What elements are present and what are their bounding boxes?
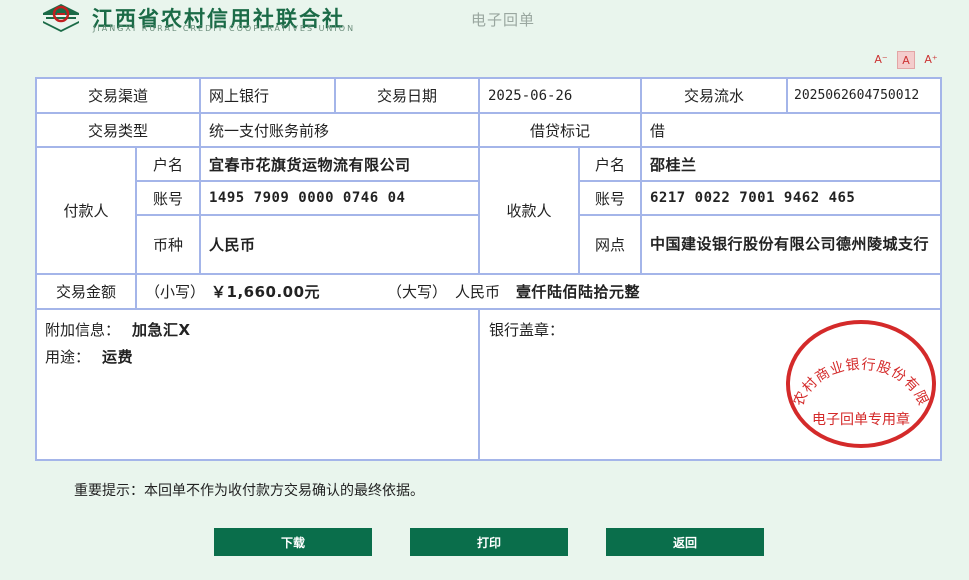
serial-label: 交易流水	[642, 79, 788, 114]
amount-big-value: 壹仟陆佰陆拾元整	[516, 283, 641, 301]
stamp-top-text: 宜春农村商业银行股份有限公司	[782, 316, 930, 409]
payer-label: 付款人	[37, 148, 137, 275]
type-value: 统一支付账务前移	[201, 114, 480, 148]
font-size-controls: A⁻ A A⁺	[872, 51, 942, 71]
branch-label: 网点	[580, 216, 642, 275]
page-title: 电子回单	[471, 11, 536, 29]
font-increase-button[interactable]: A⁺	[922, 51, 940, 69]
purpose-value: 运费	[102, 348, 134, 366]
currency-value: 人民币	[201, 216, 480, 275]
channel-label: 交易渠道	[37, 79, 201, 114]
payee-name: 邵桂兰	[642, 148, 940, 182]
receipt-table: 交易渠道 网上银行 交易日期 2025-06-26 交易流水 202506260…	[35, 77, 942, 461]
branch-value: 中国建设银行股份有限公司德州陵城支行	[642, 216, 940, 275]
payee-label: 收款人	[480, 148, 580, 275]
stamp-bottom-text: 电子回单专用章	[812, 411, 910, 428]
payer-name: 宜春市花旗货运物流有限公司	[201, 148, 480, 182]
extra-info-line: 附加信息： 加急汇X	[45, 319, 191, 340]
download-button[interactable]: 下载	[214, 528, 372, 556]
font-normal-button[interactable]: A	[897, 51, 915, 69]
rcc-logo-icon	[43, 4, 79, 32]
payee-name-label: 户名	[580, 148, 642, 182]
purpose-line: 用途： 运费	[45, 346, 133, 367]
dc-value: 借	[642, 114, 940, 148]
date-value: 2025-06-26	[480, 79, 642, 114]
svg-text:宜春农村商业银行股份有限公司: 宜春农村商业银行股份有限公司	[782, 316, 931, 409]
important-notice: 重要提示：本回单不作为收付款方交易确认的最终依据。	[74, 483, 424, 499]
payee-account: 6217 0022 7001 9462 465	[642, 182, 940, 216]
amount-small-label: （小写）	[145, 283, 206, 301]
payee-account-label: 账号	[580, 182, 642, 216]
type-label: 交易类型	[37, 114, 201, 148]
back-button[interactable]: 返回	[606, 528, 764, 556]
dc-label: 借贷标记	[480, 114, 642, 148]
seal-label: 银行盖章：	[489, 321, 565, 339]
payer-account-label: 账号	[137, 182, 201, 216]
print-button[interactable]: 打印	[410, 528, 568, 556]
amount-row: （小写） ￥1,660.00元 （大写） 人民币 壹仟陆佰陆拾元整	[137, 275, 940, 310]
amount-big-currency: 人民币	[455, 283, 501, 301]
extra-info-label: 附加信息：	[45, 321, 121, 339]
amount-small-value: ￥1,660.00元	[211, 283, 321, 301]
date-label: 交易日期	[336, 79, 480, 114]
payer-name-label: 户名	[137, 148, 201, 182]
bank-seal-stamp: 宜春农村商业银行股份有限公司 电子回单专用章	[782, 316, 936, 448]
currency-label: 币种	[137, 216, 201, 275]
font-decrease-button[interactable]: A⁻	[872, 51, 890, 69]
amount-big-label: （大写）	[387, 283, 448, 301]
amount-label: 交易金额	[37, 275, 137, 310]
channel-value: 网上银行	[201, 79, 336, 114]
serial-value: 2025062604750012	[788, 79, 940, 114]
purpose-label: 用途：	[45, 348, 91, 366]
payer-account: 1495 7909 0000 0746 04	[201, 182, 480, 216]
page-header: 江西省农村信用社联合社 JIANGXI RURAL CREDIT COOPERA…	[0, 0, 969, 40]
extra-info-value: 加急汇X	[132, 321, 191, 339]
logo-subtitle: JIANGXI RURAL CREDIT COOPERATIVES UNION	[93, 24, 356, 33]
